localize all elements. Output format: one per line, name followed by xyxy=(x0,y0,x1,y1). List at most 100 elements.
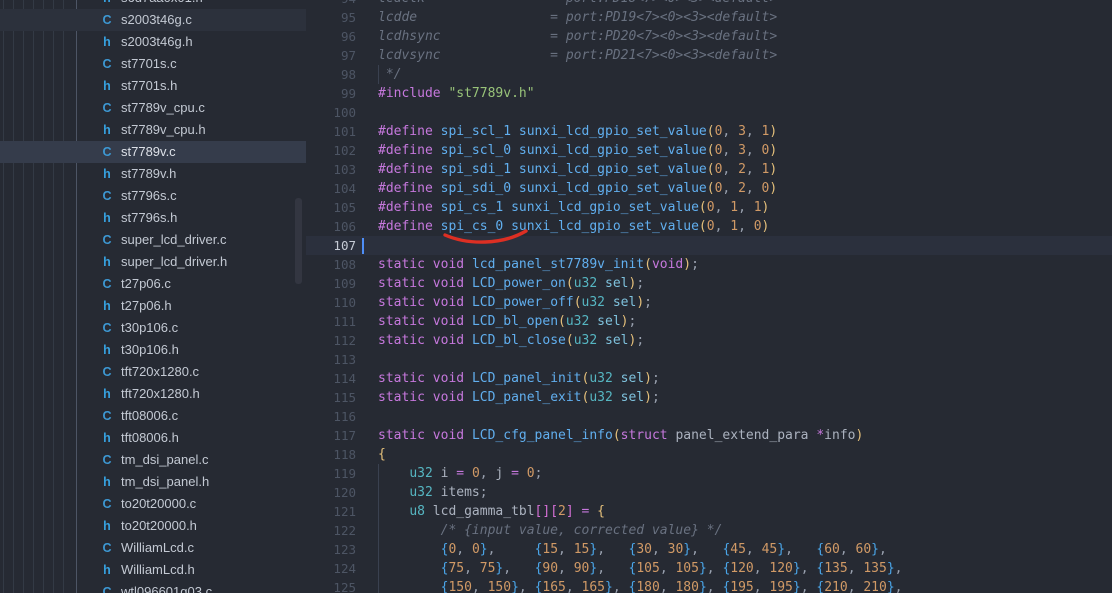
line-number[interactable]: 123 xyxy=(306,540,356,559)
line-number[interactable]: 119 xyxy=(306,464,356,483)
sidebar-item-to20t20000.c[interactable]: Cto20t20000.c xyxy=(0,493,306,515)
line-number[interactable]: 109 xyxy=(306,274,356,293)
code-line[interactable]: lcdvsync = port:PD21<7><0><3><default> xyxy=(378,46,777,65)
sidebar-item-t27p06.c[interactable]: Ct27p06.c xyxy=(0,273,306,295)
code-line[interactable]: static void LCD_cfg_panel_info(struct pa… xyxy=(378,426,863,445)
file-name: t30p106.h xyxy=(121,339,179,361)
line-number[interactable]: 117 xyxy=(306,426,356,445)
line-number[interactable]: 99 xyxy=(306,84,356,103)
code-line[interactable]: static void LCD_panel_exit(u32 sel); xyxy=(378,388,660,407)
line-number[interactable]: 111 xyxy=(306,312,356,331)
code-line[interactable]: #define spi_cs_0 sunxi_lcd_gpio_set_valu… xyxy=(378,217,769,236)
line-number[interactable]: 103 xyxy=(306,160,356,179)
line-number[interactable]: 95 xyxy=(306,8,356,27)
code-line[interactable]: static void LCD_bl_close(u32 sel); xyxy=(378,331,644,350)
line-number[interactable]: 98 xyxy=(306,65,356,84)
sidebar-item-st7796s.h[interactable]: hst7796s.h xyxy=(0,207,306,229)
line-number[interactable]: 105 xyxy=(306,198,356,217)
code-line[interactable]: lcdhsync = port:PD20<7><0><3><default> xyxy=(378,27,777,46)
sidebar-item-WilliamLcd.c[interactable]: CWilliamLcd.c xyxy=(0,537,306,559)
h-file-icon: h xyxy=(99,339,115,361)
sidebar-item-st7701s.h[interactable]: hst7701s.h xyxy=(0,75,306,97)
line-number[interactable]: 115 xyxy=(306,388,356,407)
line-number[interactable]: 120 xyxy=(306,483,356,502)
sidebar-item-t30p106.c[interactable]: Ct30p106.c xyxy=(0,317,306,339)
code-line[interactable]: */ xyxy=(378,65,401,84)
sidebar-item-s2003t46g.h[interactable]: hs2003t46g.h xyxy=(0,31,306,53)
sidebar-scrollbar-thumb[interactable] xyxy=(295,198,302,284)
code-line[interactable]: u32 items; xyxy=(378,483,488,502)
sidebar-item-tft08006.h[interactable]: htft08006.h xyxy=(0,427,306,449)
line-number[interactable]: 110 xyxy=(306,293,356,312)
code-line[interactable]: u32 i = 0, j = 0; xyxy=(378,464,542,483)
file-name: st7701s.c xyxy=(121,53,177,75)
code-line[interactable]: static void lcd_panel_st7789v_init(void)… xyxy=(378,255,699,274)
code-line[interactable]: { xyxy=(378,445,386,464)
code-line[interactable]: #define spi_sdi_0 sunxi_lcd_gpio_set_val… xyxy=(378,179,777,198)
line-number[interactable]: 124 xyxy=(306,559,356,578)
code-line[interactable]: lcdde = port:PD19<7><0><3><default> xyxy=(378,8,777,27)
sidebar-item-WilliamLcd.h[interactable]: hWilliamLcd.h xyxy=(0,559,306,581)
code-line[interactable]: u8 lcd_gamma_tbl[][2] = { xyxy=(378,502,605,521)
sidebar-item-st7789v_cpu.c[interactable]: Cst7789v_cpu.c xyxy=(0,97,306,119)
c-file-icon: C xyxy=(99,317,115,339)
code-line[interactable]: static void LCD_power_off(u32 sel); xyxy=(378,293,652,312)
line-number[interactable]: 114 xyxy=(306,369,356,388)
code-line[interactable]: static void LCD_bl_open(u32 sel); xyxy=(378,312,636,331)
sidebar-item-st7789v.h[interactable]: hst7789v.h xyxy=(0,163,306,185)
line-number[interactable]: 112 xyxy=(306,331,356,350)
sidebar-item-t27p06.h[interactable]: ht27p06.h xyxy=(0,295,306,317)
c-file-icon: C xyxy=(99,449,115,471)
code-line[interactable]: /* {input value, corrected value} */ xyxy=(378,521,722,540)
line-number[interactable]: 122 xyxy=(306,521,356,540)
sidebar-item-tft720x1280.h[interactable]: htft720x1280.h xyxy=(0,383,306,405)
sidebar-item-tft08006.c[interactable]: Ctft08006.c xyxy=(0,405,306,427)
code-editor-pane[interactable]: 94 lcdclk = port:PD18<7><0><3><default> 95… xyxy=(306,0,1112,593)
code-line[interactable]: static void LCD_panel_init(u32 sel); xyxy=(378,369,660,388)
line-number[interactable]: 118 xyxy=(306,445,356,464)
sidebar-item-to20t20000.h[interactable]: hto20t20000.h xyxy=(0,515,306,537)
line-number[interactable]: 113 xyxy=(306,350,356,369)
code-line[interactable]: #define spi_sdi_1 sunxi_lcd_gpio_set_val… xyxy=(378,160,777,179)
sidebar-item-super_lcd_driver.c[interactable]: Csuper_lcd_driver.c xyxy=(0,229,306,251)
sidebar-item-s2003t46g.c[interactable]: Cs2003t46g.c xyxy=(0,9,306,31)
sidebar-item-st7789v.c[interactable]: Cst7789v.c xyxy=(0,141,306,163)
c-file-icon: C xyxy=(99,185,115,207)
line-number[interactable]: 108 xyxy=(306,255,356,274)
code-line[interactable]: #define spi_cs_1 sunxi_lcd_gpio_set_valu… xyxy=(378,198,769,217)
line-number[interactable]: 104 xyxy=(306,179,356,198)
file-name: tm_dsi_panel.h xyxy=(121,471,209,493)
code-line[interactable]: #define spi_scl_1 sunxi_lcd_gpio_set_val… xyxy=(378,122,777,141)
sidebar-item-tm_dsi_panel.c[interactable]: Ctm_dsi_panel.c xyxy=(0,449,306,471)
line-number[interactable]: 102 xyxy=(306,141,356,160)
line-number[interactable]: 100 xyxy=(306,103,356,122)
line-number[interactable]: 125 xyxy=(306,578,356,593)
code-line[interactable]: static void LCD_power_on(u32 sel); xyxy=(378,274,644,293)
code-line[interactable]: {150, 150}, {165, 165}, {180, 180}, {195… xyxy=(378,578,902,593)
sidebar-item-st7796s.c[interactable]: Cst7796s.c xyxy=(0,185,306,207)
file-name: st7789v_cpu.h xyxy=(121,119,206,141)
sidebar-item-st7701s.c[interactable]: Cst7701s.c xyxy=(0,53,306,75)
line-number[interactable]: 106 xyxy=(306,217,356,236)
line-number[interactable]: 97 xyxy=(306,46,356,65)
sidebar-item-tft720x1280.c[interactable]: Ctft720x1280.c xyxy=(0,361,306,383)
line-number[interactable]: 96 xyxy=(306,27,356,46)
code-line[interactable]: {75, 75}, {90, 90}, {105, 105}, {120, 12… xyxy=(378,559,902,578)
file-name: t27p06.h xyxy=(121,295,172,317)
sidebar-item-s6d7aa0x01.h[interactable]: hs6d7aa0x01.h xyxy=(0,0,306,9)
line-number[interactable]: 101 xyxy=(306,122,356,141)
sidebar-item-wtl096601g03.c[interactable]: Cwtl096601g03.c xyxy=(0,581,306,593)
text-cursor xyxy=(362,238,364,254)
line-number[interactable]: 94 xyxy=(306,0,356,8)
code-line[interactable]: #include "st7789v.h" xyxy=(378,84,535,103)
sidebar-item-super_lcd_driver.h[interactable]: hsuper_lcd_driver.h xyxy=(0,251,306,273)
code-line[interactable]: {0, 0}, {15, 15}, {30, 30}, {45, 45}, {6… xyxy=(378,540,887,559)
sidebar-item-tm_dsi_panel.h[interactable]: htm_dsi_panel.h xyxy=(0,471,306,493)
code-line[interactable]: #define spi_scl_0 sunxi_lcd_gpio_set_val… xyxy=(378,141,777,160)
line-number[interactable]: 116 xyxy=(306,407,356,426)
sidebar-item-t30p106.h[interactable]: h t30p106.h xyxy=(0,339,306,361)
sidebar-item-st7789v_cpu.h[interactable]: hst7789v_cpu.h xyxy=(0,119,306,141)
code-line[interactable]: lcdclk = port:PD18<7><0><3><default> xyxy=(378,0,777,8)
line-number[interactable]: 107 xyxy=(306,236,356,255)
line-number[interactable]: 121 xyxy=(306,502,356,521)
